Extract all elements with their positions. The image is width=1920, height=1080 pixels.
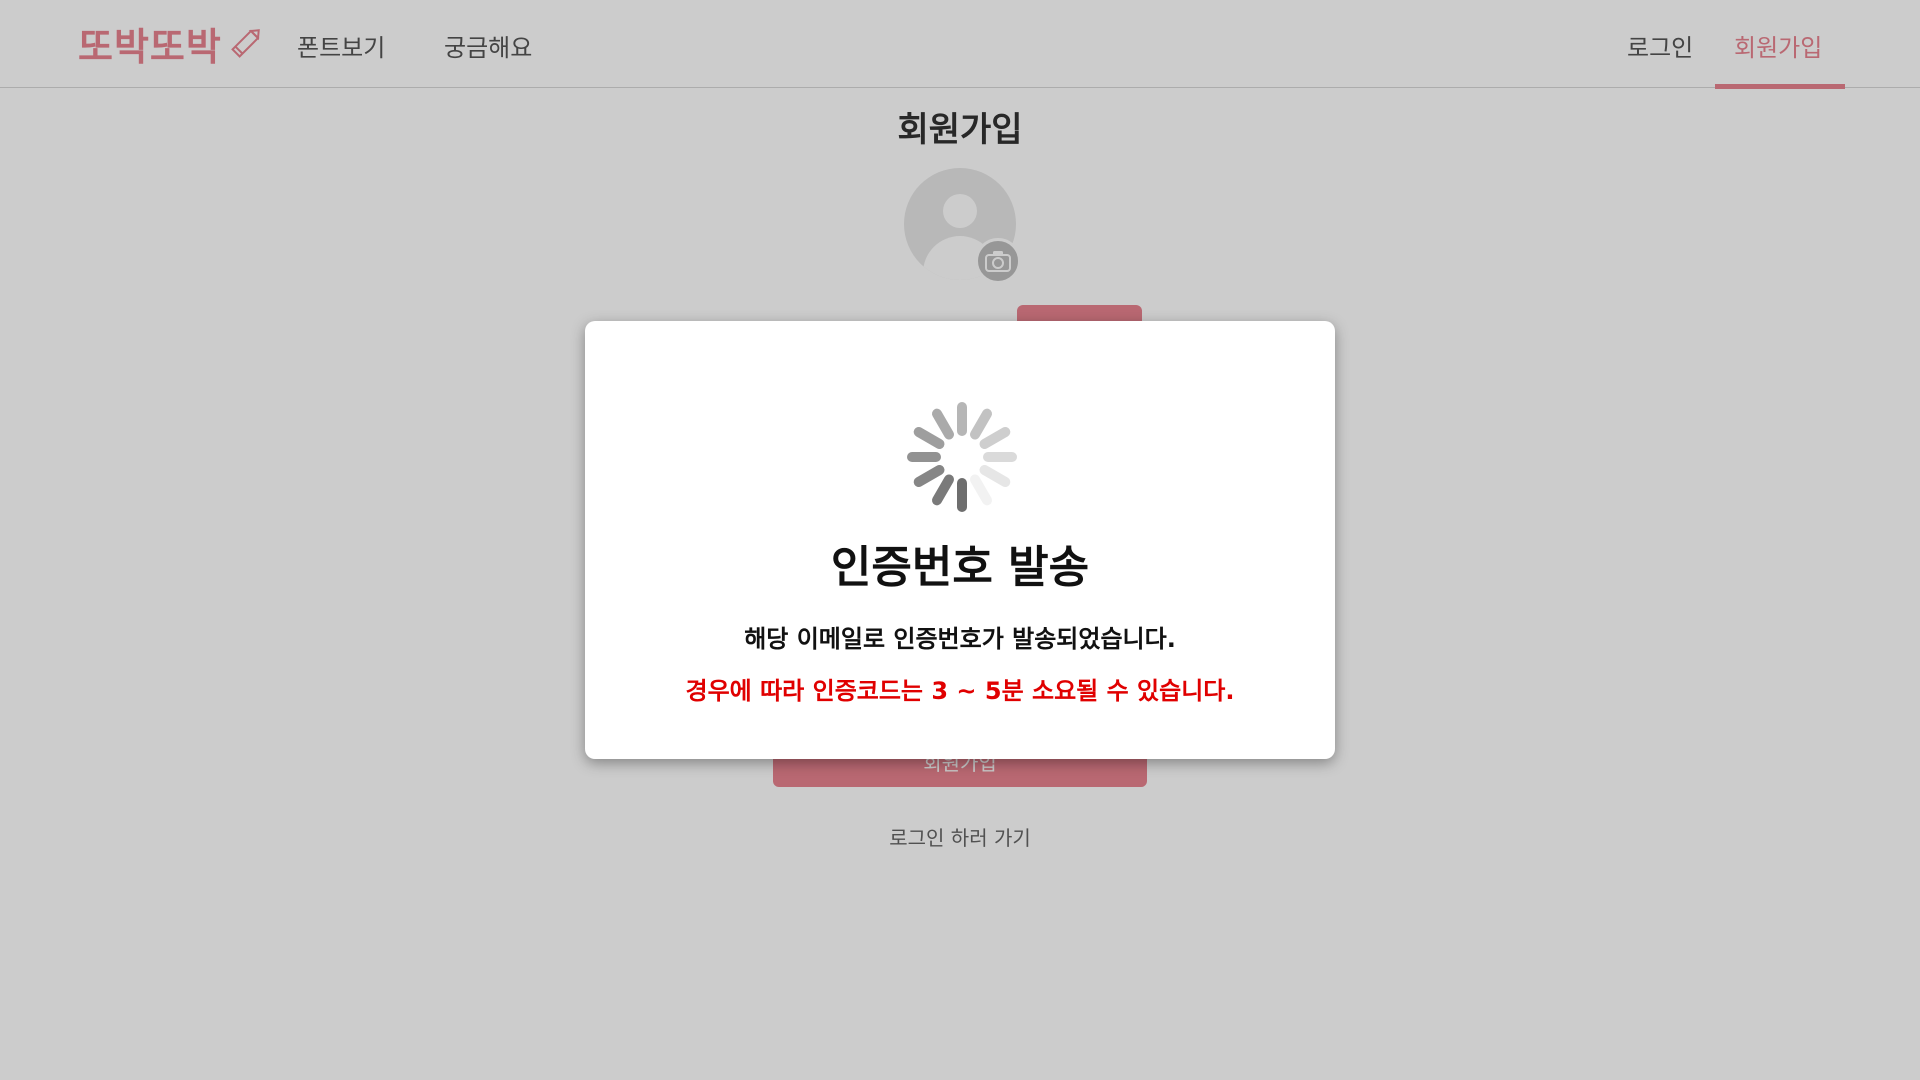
spinner-spoke [979,427,1011,449]
modal-note: 경우에 따라 인증코드는 3 ~ 5분 소요될 수 있습니다. [685,677,1235,705]
spinner-spoke [932,474,954,506]
loading-spinner-icon [907,402,1017,512]
spinner-spoke [979,465,1011,487]
modal-message: 해당 이메일로 인증번호가 발송되었습니다. [744,625,1176,653]
spinner-spoke [913,465,945,487]
spinner-spoke [970,408,992,440]
verification-modal: 인증번호 발송 해당 이메일로 인증번호가 발송되었습니다. 경우에 따라 인증… [585,321,1335,759]
modal-title: 인증번호 발송 [830,542,1090,593]
spinner-spoke [913,427,945,449]
spinner-spoke [970,474,992,506]
spinner-spoke [932,408,954,440]
